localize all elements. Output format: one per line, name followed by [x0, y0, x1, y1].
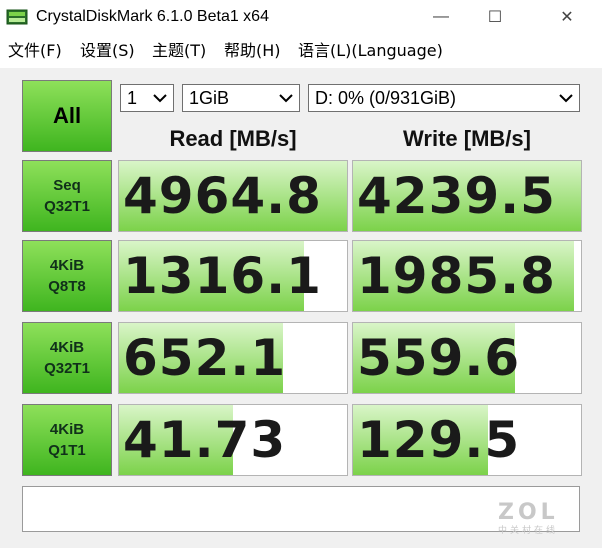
write-result-cell: 129.5: [352, 404, 582, 476]
test-label-line1: 4KiB: [49, 257, 85, 274]
read-result-cell: 41.73: [118, 404, 348, 476]
4kib-q1t1-button[interactable]: 4KiB Q1T1: [22, 404, 112, 476]
chevron-down-icon: [277, 85, 295, 111]
watermark-logo: ZOL: [498, 500, 559, 525]
test-label-line2: Q1T1: [48, 442, 86, 459]
read-value: 41.73: [123, 411, 287, 469]
test-label-line2: Q32T1: [44, 198, 90, 215]
read-result-cell: 1316.1: [118, 240, 348, 312]
read-value: 1316.1: [123, 247, 322, 305]
menu-file[interactable]: 文件(F): [8, 40, 62, 62]
test-size-value: 1GiB: [189, 88, 230, 108]
read-result-cell: 4964.8: [118, 160, 348, 232]
drive-select[interactable]: D: 0% (0/931GiB): [308, 84, 580, 112]
menu-language[interactable]: 语言(L)(Language): [298, 40, 443, 62]
watermark-subtitle: 中关村在线: [498, 525, 559, 535]
read-value: 652.1: [123, 329, 287, 387]
test-count-select[interactable]: 1: [120, 84, 174, 112]
4kib-q32t1-button[interactable]: 4KiB Q32T1: [22, 322, 112, 394]
crystaldiskmark-app-icon: [6, 8, 28, 26]
drive-value: D: 0% (0/931GiB): [315, 88, 457, 108]
write-value: 129.5: [357, 411, 521, 469]
menu-settings[interactable]: 设置(S): [80, 40, 135, 62]
minimize-button[interactable]: —: [418, 0, 464, 34]
write-header: Write [MB/s]: [403, 126, 531, 151]
write-result-cell: 4239.5: [352, 160, 582, 232]
chevron-down-icon: [557, 85, 575, 111]
test-count-value: 1: [127, 88, 138, 108]
title-bar: CrystalDiskMark 6.1.0 Beta1 x64 — ☐ ✕: [0, 0, 602, 34]
chevron-down-icon: [151, 85, 169, 111]
test-label-line1: Seq: [53, 177, 81, 194]
test-label-line2: Q32T1: [44, 360, 90, 377]
read-header: Read [MB/s]: [169, 126, 297, 151]
write-result-cell: 559.6: [352, 322, 582, 394]
test-size-select[interactable]: 1GiB: [182, 84, 300, 112]
menu-theme[interactable]: 主题(T): [152, 40, 206, 62]
write-value: 1985.8: [357, 247, 556, 305]
write-value: 559.6: [357, 329, 521, 387]
close-button[interactable]: ✕: [544, 0, 590, 34]
read-value: 4964.8: [123, 167, 322, 225]
test-label-line1: 4KiB: [49, 421, 85, 438]
4kib-q8t8-button[interactable]: 4KiB Q8T8: [22, 240, 112, 312]
write-result-cell: 1985.8: [352, 240, 582, 312]
read-result-cell: 652.1: [118, 322, 348, 394]
menu-help[interactable]: 帮助(H): [224, 40, 281, 62]
window-title: CrystalDiskMark 6.1.0 Beta1 x64: [36, 8, 269, 25]
test-label-line1: 4KiB: [49, 339, 85, 356]
seq-q32t1-button[interactable]: Seq Q32T1: [22, 160, 112, 232]
run-all-button[interactable]: All: [22, 80, 112, 152]
comment-field[interactable]: [22, 486, 580, 532]
zol-watermark: ZOL 中关村在线: [498, 502, 559, 536]
maximize-button[interactable]: ☐: [472, 0, 518, 34]
write-value: 4239.5: [357, 167, 556, 225]
test-label-line2: Q8T8: [48, 278, 86, 295]
menu-bar: 文件(F) 设置(S) 主题(T) 帮助(H) 语言(L)(Language): [0, 36, 602, 66]
